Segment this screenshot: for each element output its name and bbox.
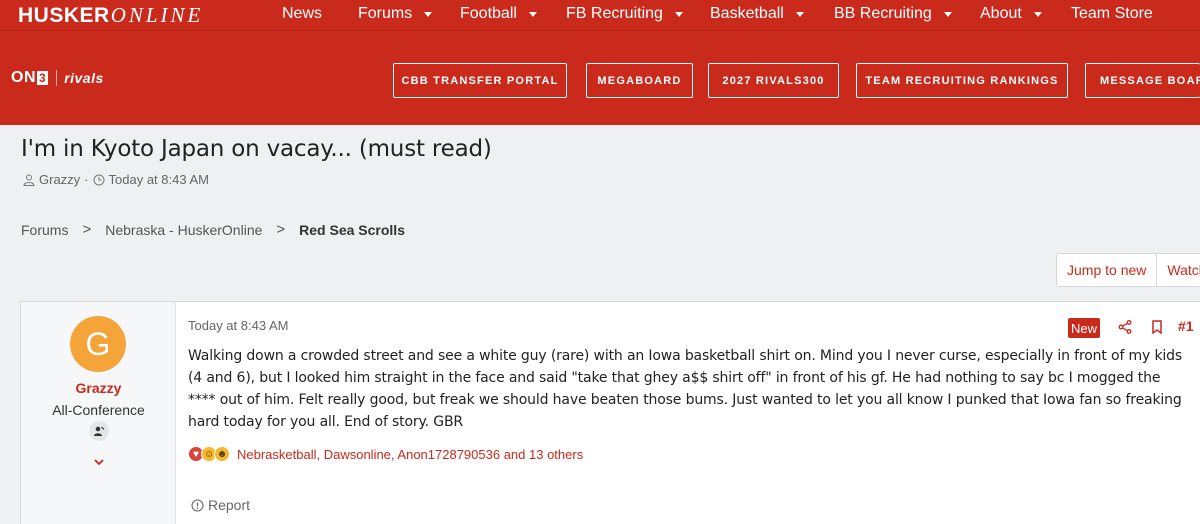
- page-title: I'm in Kyoto Japan on vacay... (must rea…: [21, 136, 492, 162]
- nav-basketball[interactable]: Basketball: [710, 5, 804, 23]
- pill-megaboard[interactable]: MEGABOARD: [586, 63, 693, 98]
- thread-time[interactable]: Today at 8:43 AM: [109, 172, 209, 187]
- on3-text: ON: [11, 69, 36, 86]
- on3-box: 3: [37, 71, 49, 85]
- reactions-users[interactable]: Nebrasketball, Dawsonline, Anon172879053…: [237, 447, 583, 462]
- chevron-right-icon: >: [82, 221, 92, 238]
- post: G Grazzy All-Conference Today at 8:43 AM…: [20, 301, 1200, 524]
- nav-bb-recruiting-label: BB Recruiting: [834, 5, 932, 22]
- nav-fb-recruiting[interactable]: FB Recruiting: [566, 5, 683, 23]
- breadcrumb-nebraska[interactable]: Nebraska - HuskerOnline: [105, 222, 262, 238]
- chevron-down-icon: [943, 11, 952, 17]
- breadcrumb: Forums > Nebraska - HuskerOnline > Red S…: [21, 221, 405, 238]
- on3-rivals-logo[interactable]: ON 3 rivals: [11, 69, 104, 87]
- chevron-down-icon: [795, 11, 804, 17]
- thread-author[interactable]: Grazzy: [39, 172, 80, 187]
- post-user-title: All-Conference: [52, 402, 145, 418]
- post-body: Walking down a crowded street and see a …: [188, 348, 1183, 430]
- pill-message-board[interactable]: MESSAGE BOARD: [1085, 63, 1200, 98]
- post-date[interactable]: Today at 8:43 AM: [188, 318, 288, 333]
- breadcrumb-red-sea-scrolls[interactable]: Red Sea Scrolls: [299, 222, 405, 238]
- nav-fb-recruiting-label: FB Recruiting: [566, 5, 663, 22]
- post-number[interactable]: #1: [1178, 318, 1194, 334]
- nav-team-store-label: Team Store: [1071, 5, 1153, 22]
- rivals-text: rivals: [64, 70, 104, 86]
- top-navigation-bar: HUSKER ONLINE News Forums Football FB Re…: [0, 0, 1200, 30]
- logo-online-text: ONLINE: [110, 3, 204, 27]
- reactions-bar[interactable]: ♥ ☺ ☻ Nebrasketball, Dawsonline, Anon172…: [188, 445, 583, 463]
- nav-news-label: News: [282, 5, 323, 22]
- logo-divider: [56, 70, 58, 86]
- post-username[interactable]: Grazzy: [21, 380, 176, 396]
- site-logo[interactable]: HUSKER ONLINE: [18, 3, 203, 27]
- watch-button[interactable]: Watch: [1156, 254, 1200, 286]
- meta-separator: ·: [84, 172, 89, 187]
- chevron-right-icon: >: [276, 221, 286, 238]
- nav-forums[interactable]: Forums: [358, 5, 433, 23]
- nav-team-store[interactable]: Team Store: [1071, 5, 1153, 23]
- user-icon: [23, 174, 35, 186]
- nav-about-label: About: [980, 5, 1022, 22]
- bookmark-icon[interactable]: [1151, 320, 1163, 334]
- pill-cbb-transfer-portal[interactable]: CBB TRANSFER PORTAL: [393, 63, 567, 98]
- breadcrumb-forums[interactable]: Forums: [21, 222, 68, 238]
- chevron-down-icon: [528, 11, 537, 17]
- logo-husker-text: HUSKER: [18, 4, 110, 27]
- report-label: Report: [208, 497, 251, 513]
- nav-basketball-label: Basketball: [710, 5, 784, 22]
- chevron-down-icon: [1033, 11, 1042, 17]
- pill-2027-rivals300[interactable]: 2027 RIVALS300: [708, 63, 839, 98]
- chevron-down-icon[interactable]: [92, 457, 106, 467]
- jump-to-new-button[interactable]: Jump to new: [1057, 254, 1156, 286]
- report-link[interactable]: Report: [191, 497, 250, 513]
- nav-bb-recruiting[interactable]: BB Recruiting: [834, 5, 952, 23]
- clock-icon: [93, 174, 105, 185]
- new-badge: New: [1068, 318, 1100, 338]
- chevron-down-icon: [424, 11, 433, 17]
- share-icon[interactable]: [1118, 320, 1132, 334]
- nav-forums-label: Forums: [358, 5, 413, 22]
- chevron-down-icon: [674, 11, 683, 17]
- thread-meta: Grazzy · Today at 8:43 AM: [23, 172, 209, 187]
- nav-about[interactable]: About: [980, 5, 1042, 23]
- reaction-icons: ♥ ☺ ☻: [188, 445, 233, 463]
- user-status-icon: [89, 421, 109, 441]
- alert-icon: [191, 498, 204, 512]
- nav-news[interactable]: News: [282, 5, 322, 23]
- partner-bar: ON 3 rivals CBB TRANSFER PORTAL MEGABOARD…: [0, 30, 1200, 125]
- nav-football-label: Football: [460, 5, 517, 22]
- lol-reaction-icon: ☻: [214, 446, 230, 462]
- nav-football[interactable]: Football: [460, 5, 537, 23]
- avatar[interactable]: G: [70, 316, 126, 372]
- thread-actions: Jump to new Watch: [1056, 253, 1200, 287]
- post-user-pane: G Grazzy All-Conference: [21, 302, 176, 524]
- pill-team-recruiting-rankings[interactable]: TEAM RECRUITING RANKINGS: [856, 63, 1068, 98]
